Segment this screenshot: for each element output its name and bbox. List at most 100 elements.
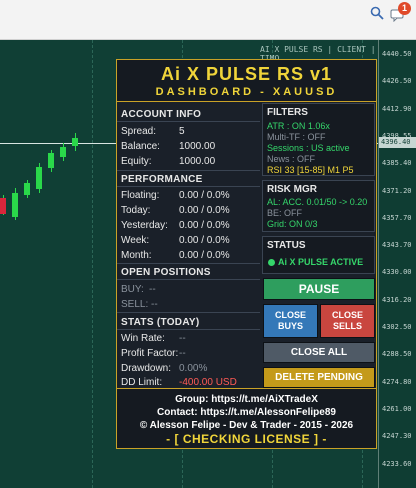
filter-sessions: Sessions : US active: [267, 143, 350, 153]
price-tick: 4412.90: [382, 104, 412, 113]
filters-box: FILTERS ATR : ON 1.06x Multi-TF : OFF Se…: [262, 103, 375, 176]
balance-label: Balance:: [121, 141, 160, 152]
sell-value: --: [151, 299, 158, 310]
perf-row: Today: 0.00 / 0.0%: [121, 205, 230, 216]
perf-value: 0.00 / 0.0%: [179, 190, 230, 201]
panel-subtitle: DASHBOARD - XAUUSD: [155, 86, 338, 98]
perf-value: 0.00 / 0.0%: [179, 235, 230, 246]
performance-title: PERFORMANCE: [121, 174, 203, 185]
open-positions-title: OPEN POSITIONS: [121, 267, 211, 278]
perf-row: Yesterday: 0.00 / 0.0%: [121, 220, 230, 231]
dd-label: Drawdown:: [121, 363, 172, 374]
contact-link[interactable]: Contact: https://t.me/AlessonFelipe89: [117, 406, 376, 419]
notification-button[interactable]: 1: [390, 2, 411, 22]
perf-row: Month: 0.00 / 0.0%: [121, 250, 230, 261]
perf-value: 0.00 / 0.0%: [179, 220, 230, 231]
buy-row: BUY: --: [121, 284, 156, 295]
copyright-text: © Alesson Felipe - Dev & Trader - 2015 -…: [139, 420, 354, 431]
pause-button[interactable]: PAUSE: [263, 278, 375, 300]
pf-value: --: [179, 348, 186, 359]
divider: [117, 279, 260, 280]
perf-row: Week: 0.00 / 0.0%: [121, 235, 230, 246]
dashboard-panel: Ai X PULSE RS v1 DASHBOARD - XAUUSD ACCO…: [116, 59, 377, 449]
equity-label: Equity:: [121, 156, 152, 167]
candle-bullish: [24, 183, 30, 195]
status-title: STATUS: [267, 240, 306, 251]
divider: [117, 263, 260, 264]
spread-row: Spread: 5: [121, 126, 185, 137]
divider: [117, 186, 260, 187]
filter-mtf: Multi-TF : OFF: [267, 132, 326, 142]
balance-value: 1000.00: [179, 141, 216, 152]
price-axis: 4440.50 4426.50 4412.90 4398.55 4385.40 4371.…: [378, 40, 416, 488]
profit-factor-row: Profit Factor: --: [121, 348, 186, 359]
price-tick: 4357.70: [382, 213, 412, 222]
candle-bullish: [36, 167, 42, 189]
dd-limit-label: DD Limit:: [121, 377, 163, 388]
price-tick: 4440.50: [382, 50, 412, 58]
panel-header[interactable]: Ai X PULSE RS v1 DASHBOARD - XAUUSD: [117, 60, 376, 102]
perf-value: 0.00 / 0.0%: [179, 205, 230, 216]
risk-al: AL: ACC. 0.01/50 -> 0.20: [267, 197, 368, 207]
perf-label: Floating:: [121, 190, 160, 201]
current-price-tag: 4396.40: [379, 137, 416, 148]
candle-bullish: [12, 193, 18, 217]
candle-bullish: [72, 138, 78, 146]
divider: [117, 312, 260, 313]
dd-limit-value: -400.00 USD: [179, 377, 237, 388]
sell-label: SELL:: [121, 299, 149, 310]
candle-bullish: [48, 153, 54, 168]
filter-atr: ATR : ON 1.06x: [267, 121, 330, 131]
price-tick: 4316.20: [382, 295, 412, 304]
close-buys-button[interactable]: CLOSE BUYS: [263, 304, 318, 338]
price-tick: 4302.50: [382, 323, 412, 331]
drawdown-row: Drawdown: 0.00%: [121, 363, 207, 374]
perf-row: Floating: 0.00 / 0.0%: [121, 190, 230, 201]
buy-label: BUY:: [121, 284, 144, 295]
price-tick: 4274.80: [382, 377, 412, 386]
spread-value: 5: [179, 126, 185, 137]
winrate-label: Win Rate:: [121, 333, 165, 344]
status-box: STATUS Ai X PULSE ACTIVE: [262, 236, 375, 274]
close-all-button[interactable]: CLOSE ALL: [263, 342, 375, 363]
top-bar: 1: [0, 0, 416, 40]
perf-label: Month:: [121, 250, 152, 261]
divider: [117, 329, 260, 330]
stats-title: STATS (TODAY): [121, 317, 200, 328]
status-dot-icon: [268, 259, 275, 266]
price-tick: 4247.30: [382, 432, 412, 441]
divider: [117, 121, 260, 122]
status-value: Ai X PULSE ACTIVE: [278, 257, 364, 267]
pf-label: Profit Factor:: [121, 348, 179, 359]
panel-footer: Group: https://t.me/AiXTradeX Contact: h…: [117, 388, 376, 448]
balance-row: Balance: 1000.00: [121, 141, 215, 152]
delete-pending-button[interactable]: DELETE PENDING: [263, 367, 375, 388]
group-link[interactable]: Group: https://t.me/AiXTradeX: [117, 393, 376, 406]
filter-news: News : OFF: [267, 154, 316, 164]
search-icon[interactable]: [370, 6, 384, 20]
equity-value: 1000.00: [179, 156, 216, 167]
candle-bullish: [60, 147, 66, 157]
price-tick: 4233.60: [382, 459, 412, 468]
price-tick: 4343.70: [382, 241, 412, 250]
perf-label: Today:: [121, 205, 151, 216]
price-tick: 4288.50: [382, 350, 412, 359]
winrate-row: Win Rate: --: [121, 333, 186, 344]
account-info-title: ACCOUNT INFO: [121, 109, 202, 120]
perf-label: Week:: [121, 235, 150, 246]
price-tick: 4385.40: [382, 159, 412, 168]
dd-value: 0.00%: [179, 363, 208, 374]
sell-row: SELL: --: [121, 299, 158, 310]
risk-be: BE: OFF: [267, 208, 303, 218]
price-tick: 4330.00: [382, 268, 412, 277]
perf-label: Yesterday:: [121, 220, 168, 231]
perf-value: 0.00 / 0.0%: [179, 250, 230, 261]
price-tick: 4426.50: [382, 77, 412, 86]
dd-limit-row: DD Limit: -400.00 USD: [121, 377, 237, 388]
filters-title: FILTERS: [267, 107, 308, 118]
filter-rsi: RSI 33 [15-85] M1 P5: [267, 165, 354, 175]
risk-title: RISK MGR: [267, 184, 317, 195]
price-tick: 4371.20: [382, 186, 412, 195]
close-sells-button[interactable]: CLOSE SELLS: [320, 304, 375, 338]
panel-title: Ai X PULSE RS v1: [160, 64, 333, 84]
